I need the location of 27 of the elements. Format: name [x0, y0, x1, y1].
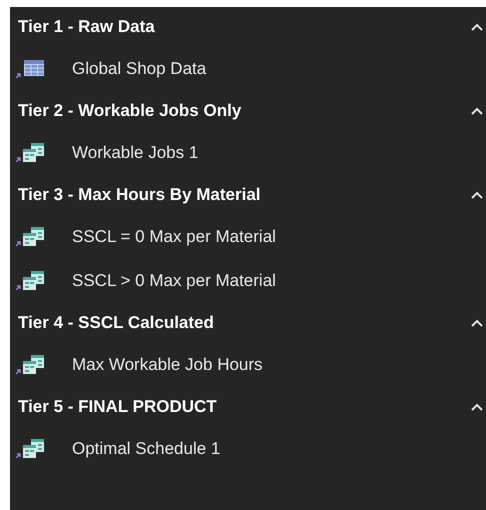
- chevron-up-icon: [471, 191, 483, 199]
- query-shortcut-icon: [16, 270, 46, 292]
- group-header[interactable]: Tier 5 - FINAL PRODUCT: [10, 387, 486, 427]
- chevron-up-icon: [471, 107, 483, 115]
- table-shortcut-icon: [16, 58, 46, 80]
- navigation-item[interactable]: SSCL > 0 Max per Material: [10, 259, 486, 303]
- chevron-up-icon: [471, 23, 483, 31]
- navigation-item[interactable]: SSCL = 0 Max per Material: [10, 215, 486, 259]
- group-title: Tier 1 - Raw Data: [18, 16, 155, 38]
- navigation-item[interactable]: Max Workable Job Hours: [10, 343, 486, 387]
- query-shortcut-icon: [16, 226, 46, 248]
- navigation-item[interactable]: Workable Jobs 1: [10, 131, 486, 175]
- chevron-up-icon: [471, 403, 483, 411]
- query-shortcut-icon: [16, 438, 46, 460]
- query-shortcut-icon: [16, 142, 46, 164]
- query-shortcut-icon: [16, 354, 46, 376]
- group-title: Tier 4 - SSCL Calculated: [18, 312, 214, 334]
- group-header[interactable]: Tier 3 - Max Hours By Material: [10, 175, 486, 215]
- group-header[interactable]: Tier 1 - Raw Data: [10, 7, 486, 47]
- group-header[interactable]: Tier 4 - SSCL Calculated: [10, 303, 486, 343]
- group-title: Tier 3 - Max Hours By Material: [18, 184, 260, 206]
- chevron-up-icon: [471, 319, 483, 327]
- navigation-item[interactable]: Global Shop Data: [10, 47, 486, 91]
- navigation-item[interactable]: Optimal Schedule 1: [10, 427, 486, 471]
- group-header[interactable]: Tier 2 - Workable Jobs Only: [10, 91, 486, 131]
- group-title: Tier 5 - FINAL PRODUCT: [18, 396, 217, 418]
- group-title: Tier 2 - Workable Jobs Only: [18, 100, 242, 122]
